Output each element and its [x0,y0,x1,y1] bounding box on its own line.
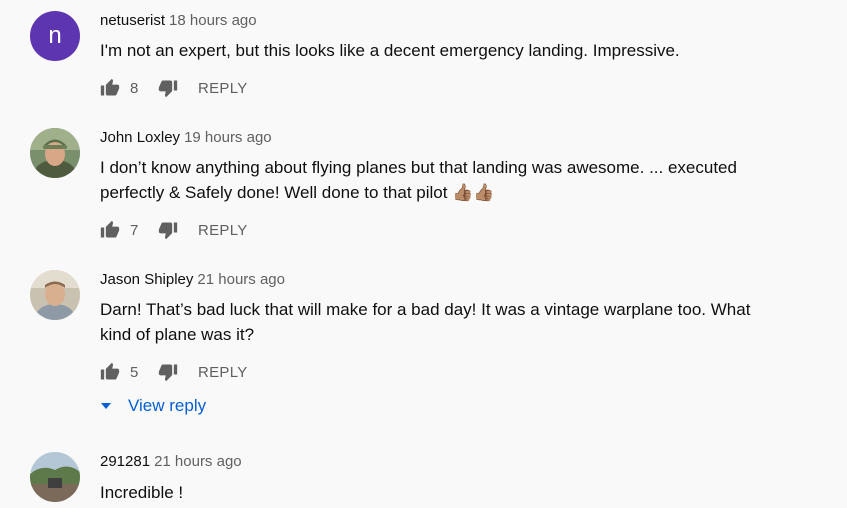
view-reply-button[interactable]: View reply [100,396,206,416]
timestamp[interactable]: 21 hours ago [197,271,285,288]
author-name[interactable]: 291281 [100,453,150,470]
comment-text-line: I don’t know anything about flying plane… [100,158,737,177]
like-count: 8 [130,79,139,97]
comment-text-line: Darn! That’s bad luck that will make for… [100,300,751,319]
comment-text-line: kind of plane was it? [100,325,255,344]
author-name[interactable]: netuserist [100,12,165,29]
thumbs-down-icon[interactable] [158,362,178,382]
comment-header: 291281 21 hours ago [100,452,242,472]
comment-text-line: Incredible ! [100,483,184,502]
comment-text: I don’t know anything about flying plane… [100,155,800,205]
comment-text-line: I'm not an expert, but this looks like a… [100,41,680,60]
thumbs-up-icon[interactable] [100,220,120,240]
comment-actions: 5 REPLY [100,360,248,384]
avatar[interactable] [30,452,80,502]
thumbs-up-icon[interactable] [100,362,120,382]
comment-actions: 8 REPLY [100,76,248,100]
reply-button[interactable]: REPLY [198,80,248,97]
comment-text-line: perfectly & Safely done! Well done to th… [100,183,495,202]
reply-button[interactable]: REPLY [198,222,248,239]
comment-header: John Loxley 19 hours ago [100,128,272,148]
caret-down-icon [100,400,112,412]
view-reply-label: View reply [128,396,207,415]
comment-header: Jason Shipley 21 hours ago [100,270,285,290]
reply-button[interactable]: REPLY [198,364,248,381]
comment-text: Darn! That’s bad luck that will make for… [100,297,800,347]
author-name[interactable]: Jason Shipley [100,271,193,288]
timestamp[interactable]: 21 hours ago [154,453,242,470]
like-count: 5 [130,363,139,381]
comment-header: netuserist 18 hours ago [100,11,257,31]
avatar[interactable]: n [30,11,80,61]
comment-actions: 7 REPLY [100,218,248,242]
comment-text: I'm not an expert, but this looks like a… [100,38,800,63]
thumbs-down-icon[interactable] [158,220,178,240]
author-name[interactable]: John Loxley [100,129,180,146]
avatar[interactable] [30,270,80,320]
avatar[interactable] [30,128,80,178]
thumbs-down-icon[interactable] [158,78,178,98]
thumbs-up-icon[interactable] [100,78,120,98]
timestamp[interactable]: 18 hours ago [169,12,257,29]
comment-text: Incredible ! [100,480,800,505]
timestamp[interactable]: 19 hours ago [184,129,272,146]
like-count: 7 [130,221,139,239]
